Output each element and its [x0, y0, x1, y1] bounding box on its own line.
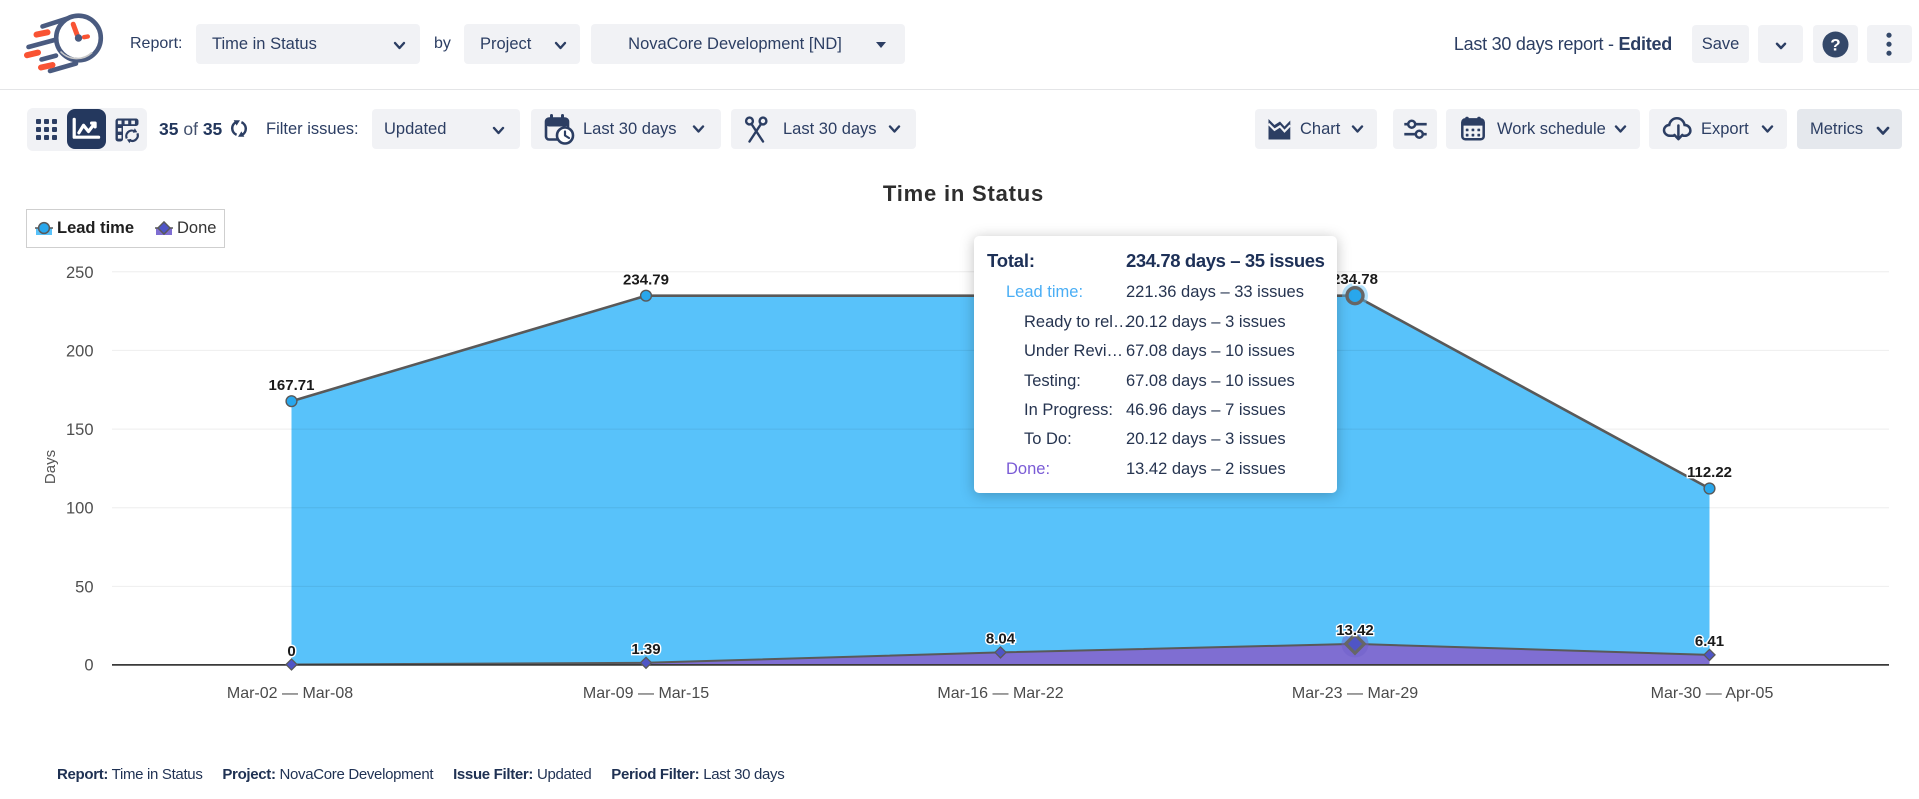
svg-text:Mar-23 — Mar-29: Mar-23 — Mar-29 — [1292, 685, 1418, 702]
svg-text:Mar-09 — Mar-15: Mar-09 — Mar-15 — [583, 685, 709, 702]
svg-text:?: ? — [1830, 36, 1840, 55]
svg-text:250: 250 — [66, 264, 94, 282]
svg-text:200: 200 — [66, 342, 94, 360]
svg-text:150: 150 — [66, 421, 94, 439]
svg-text:Days: Days — [42, 450, 59, 484]
svg-text:50: 50 — [75, 578, 93, 596]
svg-text:6.41: 6.41 — [1695, 633, 1724, 650]
svg-text:Mar-30 — Apr-05: Mar-30 — Apr-05 — [1651, 685, 1774, 702]
svg-text:234.79: 234.79 — [623, 272, 669, 289]
svg-text:112.22: 112.22 — [1687, 464, 1732, 481]
svg-text:167.71: 167.71 — [269, 377, 315, 394]
svg-text:0: 0 — [84, 657, 93, 675]
svg-text:1.39: 1.39 — [631, 641, 660, 658]
svg-text:13.42: 13.42 — [1336, 622, 1374, 639]
svg-text:8.04: 8.04 — [986, 631, 1016, 648]
svg-text:234.78: 234.78 — [1332, 271, 1378, 288]
svg-text:Mar-16 — Mar-22: Mar-16 — Mar-22 — [937, 685, 1063, 702]
svg-text:0: 0 — [287, 643, 295, 660]
svg-text:Mar-02 — Mar-08: Mar-02 — Mar-08 — [227, 685, 353, 702]
svg-text:100: 100 — [66, 500, 94, 518]
